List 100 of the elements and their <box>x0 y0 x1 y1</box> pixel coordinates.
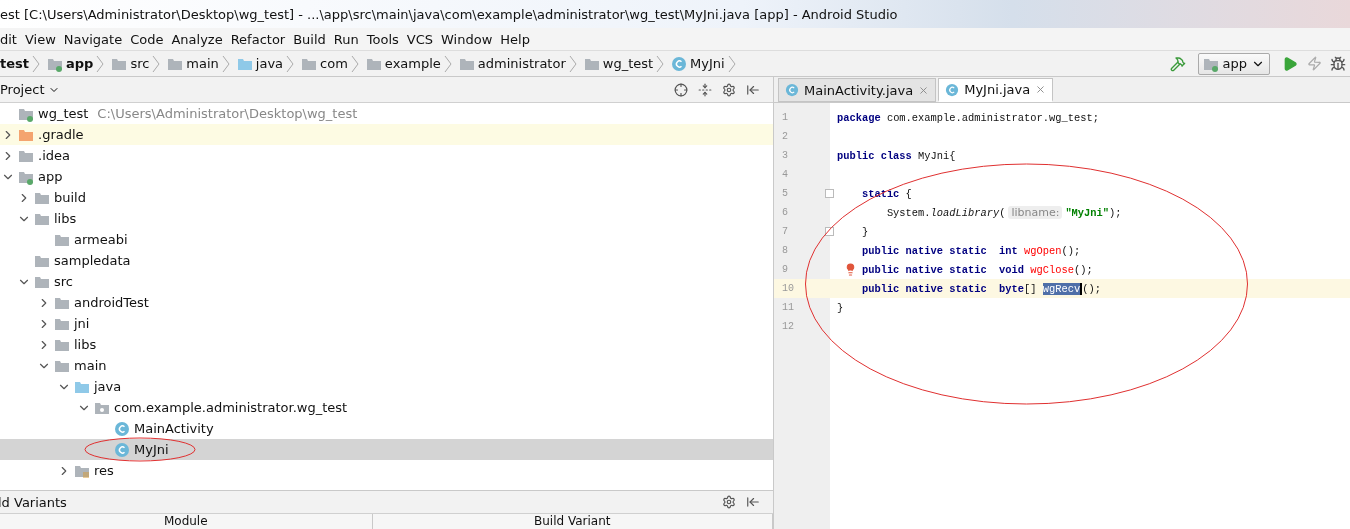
fold-marker-icon[interactable] <box>825 189 834 198</box>
code-line: System.loadLibrary( libname: "MyJni"); <box>886 206 1122 219</box>
project-path: C:\Users\Administrator\Desktop\wg_test <box>97 106 358 121</box>
chevron-icon <box>31 54 41 73</box>
run-config-dropdown[interactable]: app <box>1197 52 1270 75</box>
editor-tab[interactable]: MyJni.java <box>938 78 1054 102</box>
tree-item-label: libs <box>54 211 77 226</box>
code-line: public class MyJni{ <box>837 149 956 162</box>
tree-item-label: .idea <box>38 148 70 163</box>
tree-item-label: jni <box>74 316 90 331</box>
menu-item[interactable]: Tools <box>362 31 403 47</box>
class-icon <box>945 82 960 97</box>
breadcrumb[interactable]: com <box>299 55 348 72</box>
column-header[interactable]: Module <box>0 514 373 529</box>
breadcrumb[interactable]: src <box>109 55 150 72</box>
menu-item[interactable]: Refactor <box>226 31 290 47</box>
breadcrumb[interactable]: administrator <box>456 55 566 72</box>
tree-row[interactable]: libs <box>0 208 773 229</box>
line-number: 8 <box>782 245 788 256</box>
code-line: public native static void wgClose(); <box>861 263 1093 276</box>
menu-item[interactable]: VCS <box>402 31 438 47</box>
breadcrumb[interactable]: main <box>165 55 219 72</box>
tree-row[interactable]: res <box>0 460 773 481</box>
tree-row[interactable]: androidTest <box>0 292 773 313</box>
tree-row[interactable]: build <box>0 187 773 208</box>
tree-row[interactable]: jni <box>0 313 773 334</box>
menu-item[interactable]: Help <box>496 31 534 47</box>
line-number: 2 <box>782 131 788 142</box>
column-header[interactable]: Build Variant <box>372 514 773 529</box>
breadcrumb[interactable]: example <box>363 55 441 72</box>
tree-item-label: src <box>54 274 73 289</box>
breadcrumb[interactable]: java <box>234 55 284 72</box>
tree-row[interactable]: MainActivity <box>0 418 773 439</box>
hide-panel-icon[interactable] <box>745 494 761 510</box>
breadcrumb[interactable]: app <box>45 55 94 72</box>
tree-row[interactable]: armeabi <box>0 229 773 250</box>
line-number: 6 <box>782 207 788 218</box>
breadcrumb[interactable]: MyJni <box>669 55 725 72</box>
menu-item[interactable]: Run <box>329 31 363 47</box>
menu-item[interactable]: dit <box>0 31 21 47</box>
tree-row[interactable]: wg_test C:\Users\Administrator\Desktop\wg_test <box>0 103 773 124</box>
line-number: 7 <box>782 226 788 237</box>
settings-icon[interactable] <box>721 494 737 510</box>
chevron-icon <box>95 54 106 73</box>
class-icon <box>114 420 130 437</box>
close-icon[interactable] <box>1035 84 1047 95</box>
tree-item-label: .gradle <box>38 127 84 142</box>
tree-row[interactable]: src <box>0 271 773 292</box>
chevron-icon <box>567 54 578 73</box>
collapse-all-icon[interactable] <box>697 81 713 98</box>
breadcrumb[interactable]: test <box>0 56 29 71</box>
run-icon[interactable] <box>1282 55 1298 72</box>
hammer-icon[interactable] <box>1169 55 1186 72</box>
chevron-icon <box>655 54 666 73</box>
tree-item-label: res <box>94 463 114 478</box>
line-number: 1 <box>782 112 788 123</box>
window-title: est [C:\Users\Administrator\Desktop\wg_test] - ...\app\src\main\java\com\example\administrator\wg_test\MyJni.java [app] - Android Studio <box>0 6 898 22</box>
tree-item-label: armeabi <box>74 232 128 247</box>
settings-icon[interactable] <box>721 81 737 98</box>
line-number: 11 <box>782 302 794 313</box>
tree-row[interactable]: com.example.administrator.wg_test <box>0 397 773 418</box>
tree-item-label: app <box>38 169 63 184</box>
line-number: 9 <box>782 264 788 275</box>
bug-icon[interactable] <box>1330 55 1346 72</box>
code-line: package com.example.administrator.wg_test; <box>837 111 1099 124</box>
chevron-icon <box>151 54 162 73</box>
tree-item-label: sampledata <box>54 253 131 268</box>
code-line: } <box>837 301 844 314</box>
tree-row[interactable]: .idea <box>0 145 773 166</box>
class-icon <box>114 441 130 458</box>
tree-row[interactable]: .gradle <box>0 124 773 145</box>
editor-tab[interactable]: MainActivity.java <box>778 78 937 102</box>
tree-item-label: wg_test <box>38 106 89 121</box>
tree-item-label: libs <box>74 337 97 352</box>
line-number: 4 <box>782 169 788 180</box>
tree-row[interactable]: sampledata <box>0 250 773 271</box>
fold-marker-icon[interactable] <box>825 227 834 236</box>
code-line: public native static int wgOpen(); <box>861 244 1081 257</box>
tree-row[interactable]: java <box>0 376 773 397</box>
chevron-icon <box>726 54 737 73</box>
tree-row[interactable]: main <box>0 355 773 376</box>
menu-item[interactable]: Analyze <box>167 31 227 47</box>
menu-item[interactable]: Build <box>289 31 330 47</box>
line-number: 5 <box>782 188 788 199</box>
project-view-selector[interactable]: Project <box>0 82 61 97</box>
chevron-icon <box>349 54 360 73</box>
class-icon <box>671 55 688 72</box>
chevron-icon <box>442 54 453 73</box>
menu-item[interactable]: Navigate <box>59 31 127 47</box>
tree-row[interactable]: MyJni <box>0 439 773 460</box>
breadcrumb[interactable]: wg_test <box>581 55 654 72</box>
chevron-icon <box>285 54 296 73</box>
tree-row[interactable]: app <box>0 166 773 187</box>
menu-item[interactable]: Window <box>437 31 497 47</box>
menu-item[interactable]: Code <box>126 31 168 47</box>
tree-row[interactable]: libs <box>0 334 773 355</box>
crosshair-icon[interactable] <box>673 81 689 98</box>
lightbulb-icon[interactable] <box>844 263 857 276</box>
menu-item[interactable]: View <box>20 31 60 47</box>
tree-item-label: MyJni <box>134 442 169 457</box>
